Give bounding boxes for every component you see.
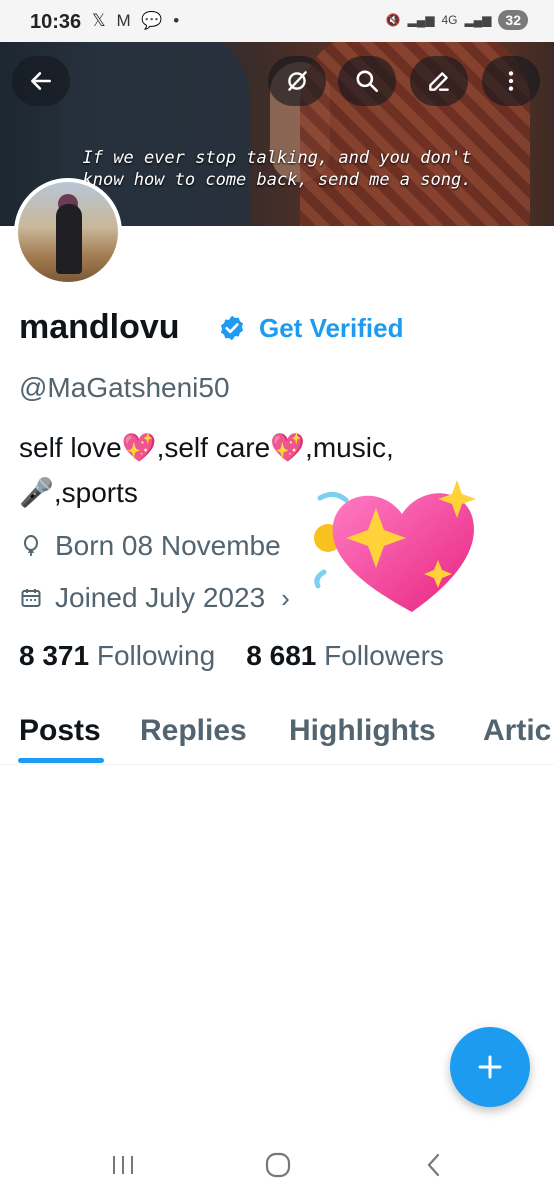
banner-caption-line1: If we ever stop talking, and you don't: [82, 148, 472, 168]
get-verified-link[interactable]: Get Verified: [259, 313, 404, 344]
x-app-icon: 𝕏: [92, 11, 109, 30]
following-link[interactable]: 8 371 Following: [19, 640, 215, 671]
birthday-row: Born 08 Novembe: [19, 530, 281, 562]
search-icon: [356, 70, 379, 93]
more-button[interactable]: [482, 56, 540, 106]
edit-icon: [429, 72, 449, 91]
joined-row: Joined July 2023 ›: [19, 582, 290, 614]
back-icon: [31, 72, 51, 90]
network-type: 4G: [441, 13, 458, 27]
profile-tabs: Posts Replies Highlights Artic: [0, 714, 554, 765]
more-icon: [508, 71, 514, 91]
system-nav-bar: [0, 1130, 554, 1200]
tab-articles[interactable]: Artic: [483, 714, 551, 748]
search-button[interactable]: [338, 56, 396, 106]
balloon-icon: [24, 535, 38, 556]
recent-apps-button[interactable]: [103, 1150, 143, 1180]
tab-highlights[interactable]: Highlights: [289, 714, 436, 748]
joined-text: Joined July 2023: [55, 582, 266, 613]
birthday-text: Born 08 Novembe: [55, 530, 281, 561]
grok-icon: [288, 71, 307, 91]
tab-replies[interactable]: Replies: [140, 714, 247, 748]
avatar-image: [18, 182, 118, 282]
status-right: 🔇 ▂▄▆ 4G ▂▄▆ 32: [386, 10, 528, 30]
follow-stats: 8 371 Following 8 681 Followers: [19, 640, 444, 672]
status-bar: 10:36 𝕏 M 💬 • 🔇 ▂▄▆ 4G ▂▄▆ 32: [0, 0, 554, 42]
plus-icon: [478, 1055, 502, 1079]
profile-name: mandlovu: [19, 308, 180, 346]
grok-button[interactable]: [268, 56, 326, 106]
following-label: Following: [96, 640, 216, 671]
status-time: 10:36: [30, 11, 82, 33]
recent-apps-icon: [113, 1156, 133, 1174]
mute-icon: 🔇: [385, 13, 401, 27]
home-button[interactable]: [258, 1150, 298, 1180]
followers-count: 8 681: [246, 640, 317, 671]
battery-badge: 32: [498, 10, 528, 30]
signal-icon: ▂▄▆: [407, 13, 435, 27]
following-count: 8 371: [19, 640, 90, 671]
sparkling-heart-sticker: [314, 480, 476, 612]
avatar-person: [56, 204, 82, 274]
back-nav-icon: [427, 1153, 440, 1177]
back-button[interactable]: [12, 56, 70, 106]
dot-icon: •: [173, 11, 183, 30]
active-tab-indicator: [18, 758, 104, 763]
followers-link[interactable]: 8 681 Followers: [246, 640, 444, 671]
tab-posts[interactable]: Posts: [19, 714, 101, 748]
profile-handle: @MaGatsheni50: [19, 372, 230, 403]
message-icon: 💬: [141, 11, 166, 30]
avatar[interactable]: [14, 178, 122, 286]
back-nav-button[interactable]: [414, 1150, 454, 1180]
verified-badge-icon[interactable]: [218, 314, 246, 342]
calendar-icon: [21, 589, 41, 607]
chevron-right-icon[interactable]: ›: [281, 583, 290, 614]
compose-button[interactable]: [450, 1027, 530, 1107]
notification-icons: 𝕏 M 💬 •: [92, 11, 182, 31]
followers-label: Followers: [324, 640, 444, 671]
gmail-icon: M: [116, 11, 134, 30]
home-icon: [265, 1152, 291, 1178]
edit-button[interactable]: [410, 56, 468, 106]
signal-icon-2: ▂▄▆: [464, 13, 492, 27]
